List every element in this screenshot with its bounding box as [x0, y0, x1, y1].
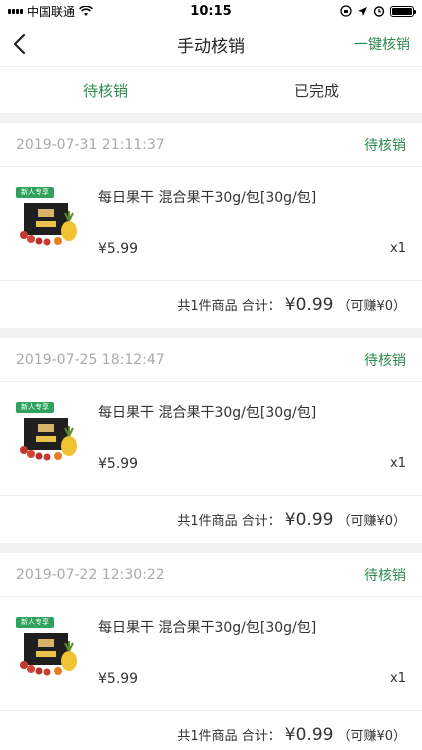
tab-completed[interactable]: 已完成: [211, 67, 422, 113]
order-status: 待核销: [364, 137, 406, 154]
carrier-label: 中国联通: [27, 4, 76, 19]
summary-label: 共1件商品 合计：: [177, 514, 281, 529]
summary-label: 共1件商品 合计：: [177, 729, 281, 744]
product-name: 每日果干 混合果干30g/包[30g/包]: [98, 620, 317, 636]
order-item[interactable]: 新人专享 每日果干 混合果干30g/包[30g/包] ¥5.99 x1: [0, 167, 422, 281]
earn-label: （可赚¥0）: [337, 299, 406, 314]
product-image: 新人专享: [16, 615, 84, 683]
item-info: 每日果干 混合果干30g/包[30g/包] ¥5.99 x1: [98, 183, 406, 280]
battery-icon: [390, 5, 416, 17]
tab-bar: 待核销 已完成: [0, 66, 422, 113]
item-info: 每日果干 混合果干30g/包[30g/包] ¥5.99 x1: [98, 398, 406, 495]
product-price: ¥5.99: [98, 241, 139, 257]
order-header: 2019-07-31 21:11:37 待核销: [0, 123, 422, 167]
orientation-lock-icon: [340, 5, 352, 17]
order-total: ¥0.99: [284, 509, 334, 530]
order-card[interactable]: 2019-07-22 12:30:22 待核销 新人专享 每日果干 混合果干30…: [0, 553, 422, 750]
product-name: 每日果干 混合果干30g/包[30g/包]: [98, 405, 317, 421]
order-summary: 共1件商品 合计： ¥0.99 （可赚¥0）: [0, 711, 422, 750]
summary-label: 共1件商品 合计：: [177, 299, 281, 314]
nav-bar: 手动核销 一键核销: [0, 22, 422, 66]
product-image: 新人专享: [16, 400, 84, 468]
new-user-badge: 新人专享: [21, 403, 49, 411]
order-status: 待核销: [364, 567, 406, 584]
order-total: ¥0.99: [284, 294, 334, 315]
order-date: 2019-07-25 18:12:47: [16, 351, 165, 368]
new-user-badge: 新人专享: [21, 188, 49, 196]
wifi-icon: [79, 5, 93, 16]
earn-label: （可赚¥0）: [337, 514, 406, 529]
order-header: 2019-07-22 12:30:22 待核销: [0, 553, 422, 597]
new-user-badge: 新人专享: [21, 618, 49, 626]
location-icon: [358, 6, 367, 16]
order-item[interactable]: 新人专享 每日果干 混合果干30g/包[30g/包] ¥5.99 x1: [0, 382, 422, 496]
alarm-icon: [373, 6, 385, 17]
item-info: 每日果干 混合果干30g/包[30g/包] ¥5.99 x1: [98, 613, 406, 710]
order-status: 待核销: [364, 352, 406, 369]
one-click-verify-button[interactable]: 一键核销: [354, 34, 410, 54]
order-header: 2019-07-25 18:12:47 待核销: [0, 338, 422, 382]
order-list: 2019-07-31 21:11:37 待核销 新人专享 每日果干 混合果干30…: [0, 123, 422, 750]
product-image: 新人专享: [16, 185, 84, 253]
signal-icon: [8, 8, 23, 14]
product-quantity: x1: [390, 671, 406, 686]
product-price: ¥5.99: [98, 671, 139, 687]
product-price: ¥5.99: [98, 456, 139, 472]
order-total: ¥0.99: [284, 724, 334, 745]
status-bar: 中国联通 10:15: [0, 0, 422, 22]
product-quantity: x1: [390, 456, 406, 471]
chevron-left-icon: [13, 33, 26, 55]
order-card[interactable]: 2019-07-25 18:12:47 待核销 新人专享 每日果干 混合果干30…: [0, 338, 422, 543]
earn-label: （可赚¥0）: [337, 729, 406, 744]
order-summary: 共1件商品 合计： ¥0.99 （可赚¥0）: [0, 281, 422, 328]
product-quantity: x1: [390, 241, 406, 256]
order-summary: 共1件商品 合计： ¥0.99 （可赚¥0）: [0, 496, 422, 543]
back-button[interactable]: [12, 32, 36, 56]
order-card[interactable]: 2019-07-31 21:11:37 待核销 新人专享 每日果干 混合果干30…: [0, 123, 422, 328]
tab-pending[interactable]: 待核销: [0, 67, 211, 113]
product-name: 每日果干 混合果干30g/包[30g/包]: [98, 190, 317, 206]
status-right: [340, 5, 416, 17]
order-date: 2019-07-31 21:11:37: [16, 136, 165, 153]
status-left: 中国联通: [8, 3, 93, 20]
order-item[interactable]: 新人专享 每日果干 混合果干30g/包[30g/包] ¥5.99 x1: [0, 597, 422, 711]
order-date: 2019-07-22 12:30:22: [16, 566, 165, 583]
